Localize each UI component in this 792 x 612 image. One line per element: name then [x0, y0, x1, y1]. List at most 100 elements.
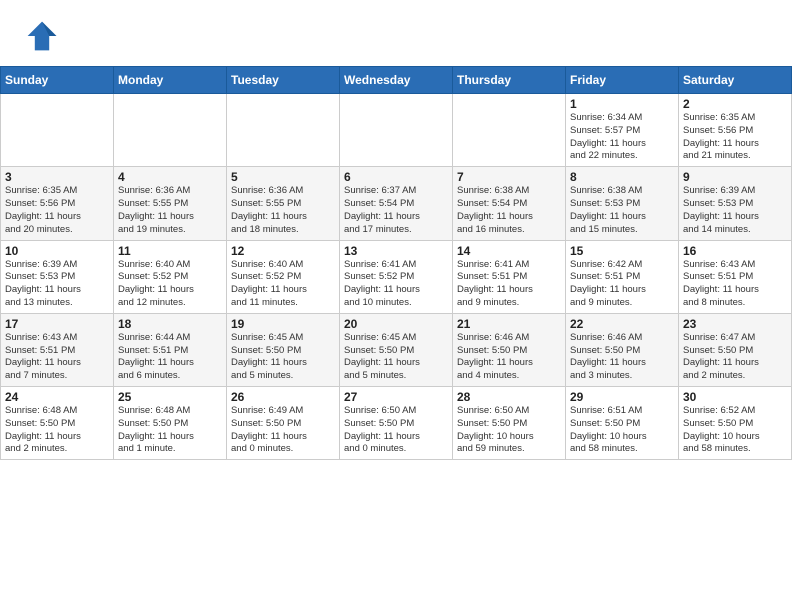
day-number: 3	[5, 170, 109, 184]
day-info: Sunrise: 6:38 AMSunset: 5:53 PMDaylight:…	[570, 185, 674, 236]
day-number: 9	[683, 170, 787, 184]
day-number: 6	[344, 170, 448, 184]
calendar-week-row: 24Sunrise: 6:48 AMSunset: 5:50 PMDayligh…	[1, 387, 792, 460]
calendar-day-cell: 24Sunrise: 6:48 AMSunset: 5:50 PMDayligh…	[1, 387, 114, 460]
day-info: Sunrise: 6:47 AMSunset: 5:50 PMDaylight:…	[683, 332, 787, 383]
day-info: Sunrise: 6:41 AMSunset: 5:51 PMDaylight:…	[457, 259, 561, 310]
day-info: Sunrise: 6:37 AMSunset: 5:54 PMDaylight:…	[344, 185, 448, 236]
day-info: Sunrise: 6:40 AMSunset: 5:52 PMDaylight:…	[231, 259, 335, 310]
day-info: Sunrise: 6:35 AMSunset: 5:56 PMDaylight:…	[5, 185, 109, 236]
calendar-day-cell: 27Sunrise: 6:50 AMSunset: 5:50 PMDayligh…	[340, 387, 453, 460]
day-number: 8	[570, 170, 674, 184]
day-info: Sunrise: 6:44 AMSunset: 5:51 PMDaylight:…	[118, 332, 222, 383]
calendar-day-cell: 25Sunrise: 6:48 AMSunset: 5:50 PMDayligh…	[114, 387, 227, 460]
day-info: Sunrise: 6:50 AMSunset: 5:50 PMDaylight:…	[457, 405, 561, 456]
day-number: 23	[683, 317, 787, 331]
logo-icon	[24, 18, 60, 54]
day-number: 5	[231, 170, 335, 184]
calendar-day-cell: 2Sunrise: 6:35 AMSunset: 5:56 PMDaylight…	[679, 94, 792, 167]
calendar-day-cell	[453, 94, 566, 167]
calendar-header-row: SundayMondayTuesdayWednesdayThursdayFrid…	[1, 67, 792, 94]
calendar-day-cell: 18Sunrise: 6:44 AMSunset: 5:51 PMDayligh…	[114, 313, 227, 386]
calendar-day-cell: 7Sunrise: 6:38 AMSunset: 5:54 PMDaylight…	[453, 167, 566, 240]
day-number: 11	[118, 244, 222, 258]
day-number: 18	[118, 317, 222, 331]
day-info: Sunrise: 6:39 AMSunset: 5:53 PMDaylight:…	[5, 259, 109, 310]
day-info: Sunrise: 6:52 AMSunset: 5:50 PMDaylight:…	[683, 405, 787, 456]
calendar-day-cell: 5Sunrise: 6:36 AMSunset: 5:55 PMDaylight…	[227, 167, 340, 240]
calendar-week-row: 3Sunrise: 6:35 AMSunset: 5:56 PMDaylight…	[1, 167, 792, 240]
day-number: 28	[457, 390, 561, 404]
day-number: 25	[118, 390, 222, 404]
day-number: 21	[457, 317, 561, 331]
day-of-week-header: Wednesday	[340, 67, 453, 94]
page: SundayMondayTuesdayWednesdayThursdayFrid…	[0, 0, 792, 612]
day-number: 4	[118, 170, 222, 184]
day-number: 17	[5, 317, 109, 331]
calendar-day-cell: 29Sunrise: 6:51 AMSunset: 5:50 PMDayligh…	[566, 387, 679, 460]
day-of-week-header: Monday	[114, 67, 227, 94]
day-info: Sunrise: 6:46 AMSunset: 5:50 PMDaylight:…	[457, 332, 561, 383]
calendar-day-cell: 20Sunrise: 6:45 AMSunset: 5:50 PMDayligh…	[340, 313, 453, 386]
calendar-table: SundayMondayTuesdayWednesdayThursdayFrid…	[0, 66, 792, 460]
day-number: 13	[344, 244, 448, 258]
day-number: 15	[570, 244, 674, 258]
day-of-week-header: Tuesday	[227, 67, 340, 94]
day-info: Sunrise: 6:46 AMSunset: 5:50 PMDaylight:…	[570, 332, 674, 383]
day-number: 22	[570, 317, 674, 331]
day-info: Sunrise: 6:41 AMSunset: 5:52 PMDaylight:…	[344, 259, 448, 310]
day-info: Sunrise: 6:48 AMSunset: 5:50 PMDaylight:…	[5, 405, 109, 456]
calendar-day-cell: 4Sunrise: 6:36 AMSunset: 5:55 PMDaylight…	[114, 167, 227, 240]
calendar-day-cell: 6Sunrise: 6:37 AMSunset: 5:54 PMDaylight…	[340, 167, 453, 240]
calendar-day-cell	[114, 94, 227, 167]
logo	[24, 18, 64, 54]
calendar-day-cell: 14Sunrise: 6:41 AMSunset: 5:51 PMDayligh…	[453, 240, 566, 313]
calendar-day-cell: 16Sunrise: 6:43 AMSunset: 5:51 PMDayligh…	[679, 240, 792, 313]
calendar-day-cell: 19Sunrise: 6:45 AMSunset: 5:50 PMDayligh…	[227, 313, 340, 386]
calendar-day-cell	[1, 94, 114, 167]
day-info: Sunrise: 6:40 AMSunset: 5:52 PMDaylight:…	[118, 259, 222, 310]
day-number: 12	[231, 244, 335, 258]
calendar-day-cell: 17Sunrise: 6:43 AMSunset: 5:51 PMDayligh…	[1, 313, 114, 386]
calendar-week-row: 10Sunrise: 6:39 AMSunset: 5:53 PMDayligh…	[1, 240, 792, 313]
day-info: Sunrise: 6:42 AMSunset: 5:51 PMDaylight:…	[570, 259, 674, 310]
day-info: Sunrise: 6:48 AMSunset: 5:50 PMDaylight:…	[118, 405, 222, 456]
calendar-day-cell: 13Sunrise: 6:41 AMSunset: 5:52 PMDayligh…	[340, 240, 453, 313]
calendar-day-cell: 28Sunrise: 6:50 AMSunset: 5:50 PMDayligh…	[453, 387, 566, 460]
calendar-day-cell: 8Sunrise: 6:38 AMSunset: 5:53 PMDaylight…	[566, 167, 679, 240]
day-of-week-header: Friday	[566, 67, 679, 94]
calendar-day-cell: 10Sunrise: 6:39 AMSunset: 5:53 PMDayligh…	[1, 240, 114, 313]
calendar-day-cell	[227, 94, 340, 167]
calendar-day-cell: 11Sunrise: 6:40 AMSunset: 5:52 PMDayligh…	[114, 240, 227, 313]
day-number: 29	[570, 390, 674, 404]
calendar-day-cell: 12Sunrise: 6:40 AMSunset: 5:52 PMDayligh…	[227, 240, 340, 313]
day-number: 16	[683, 244, 787, 258]
day-number: 26	[231, 390, 335, 404]
calendar-day-cell: 3Sunrise: 6:35 AMSunset: 5:56 PMDaylight…	[1, 167, 114, 240]
day-info: Sunrise: 6:36 AMSunset: 5:55 PMDaylight:…	[118, 185, 222, 236]
day-of-week-header: Saturday	[679, 67, 792, 94]
day-number: 19	[231, 317, 335, 331]
day-info: Sunrise: 6:35 AMSunset: 5:56 PMDaylight:…	[683, 112, 787, 163]
day-info: Sunrise: 6:49 AMSunset: 5:50 PMDaylight:…	[231, 405, 335, 456]
calendar-week-row: 17Sunrise: 6:43 AMSunset: 5:51 PMDayligh…	[1, 313, 792, 386]
calendar-day-cell: 1Sunrise: 6:34 AMSunset: 5:57 PMDaylight…	[566, 94, 679, 167]
day-info: Sunrise: 6:43 AMSunset: 5:51 PMDaylight:…	[683, 259, 787, 310]
calendar-day-cell: 21Sunrise: 6:46 AMSunset: 5:50 PMDayligh…	[453, 313, 566, 386]
day-info: Sunrise: 6:45 AMSunset: 5:50 PMDaylight:…	[231, 332, 335, 383]
day-info: Sunrise: 6:45 AMSunset: 5:50 PMDaylight:…	[344, 332, 448, 383]
day-number: 1	[570, 97, 674, 111]
day-number: 27	[344, 390, 448, 404]
day-number: 20	[344, 317, 448, 331]
day-number: 2	[683, 97, 787, 111]
calendar-day-cell: 22Sunrise: 6:46 AMSunset: 5:50 PMDayligh…	[566, 313, 679, 386]
day-info: Sunrise: 6:34 AMSunset: 5:57 PMDaylight:…	[570, 112, 674, 163]
day-of-week-header: Thursday	[453, 67, 566, 94]
day-info: Sunrise: 6:51 AMSunset: 5:50 PMDaylight:…	[570, 405, 674, 456]
header	[0, 0, 792, 62]
calendar-day-cell: 9Sunrise: 6:39 AMSunset: 5:53 PMDaylight…	[679, 167, 792, 240]
day-number: 7	[457, 170, 561, 184]
day-info: Sunrise: 6:39 AMSunset: 5:53 PMDaylight:…	[683, 185, 787, 236]
day-number: 30	[683, 390, 787, 404]
calendar-day-cell: 15Sunrise: 6:42 AMSunset: 5:51 PMDayligh…	[566, 240, 679, 313]
